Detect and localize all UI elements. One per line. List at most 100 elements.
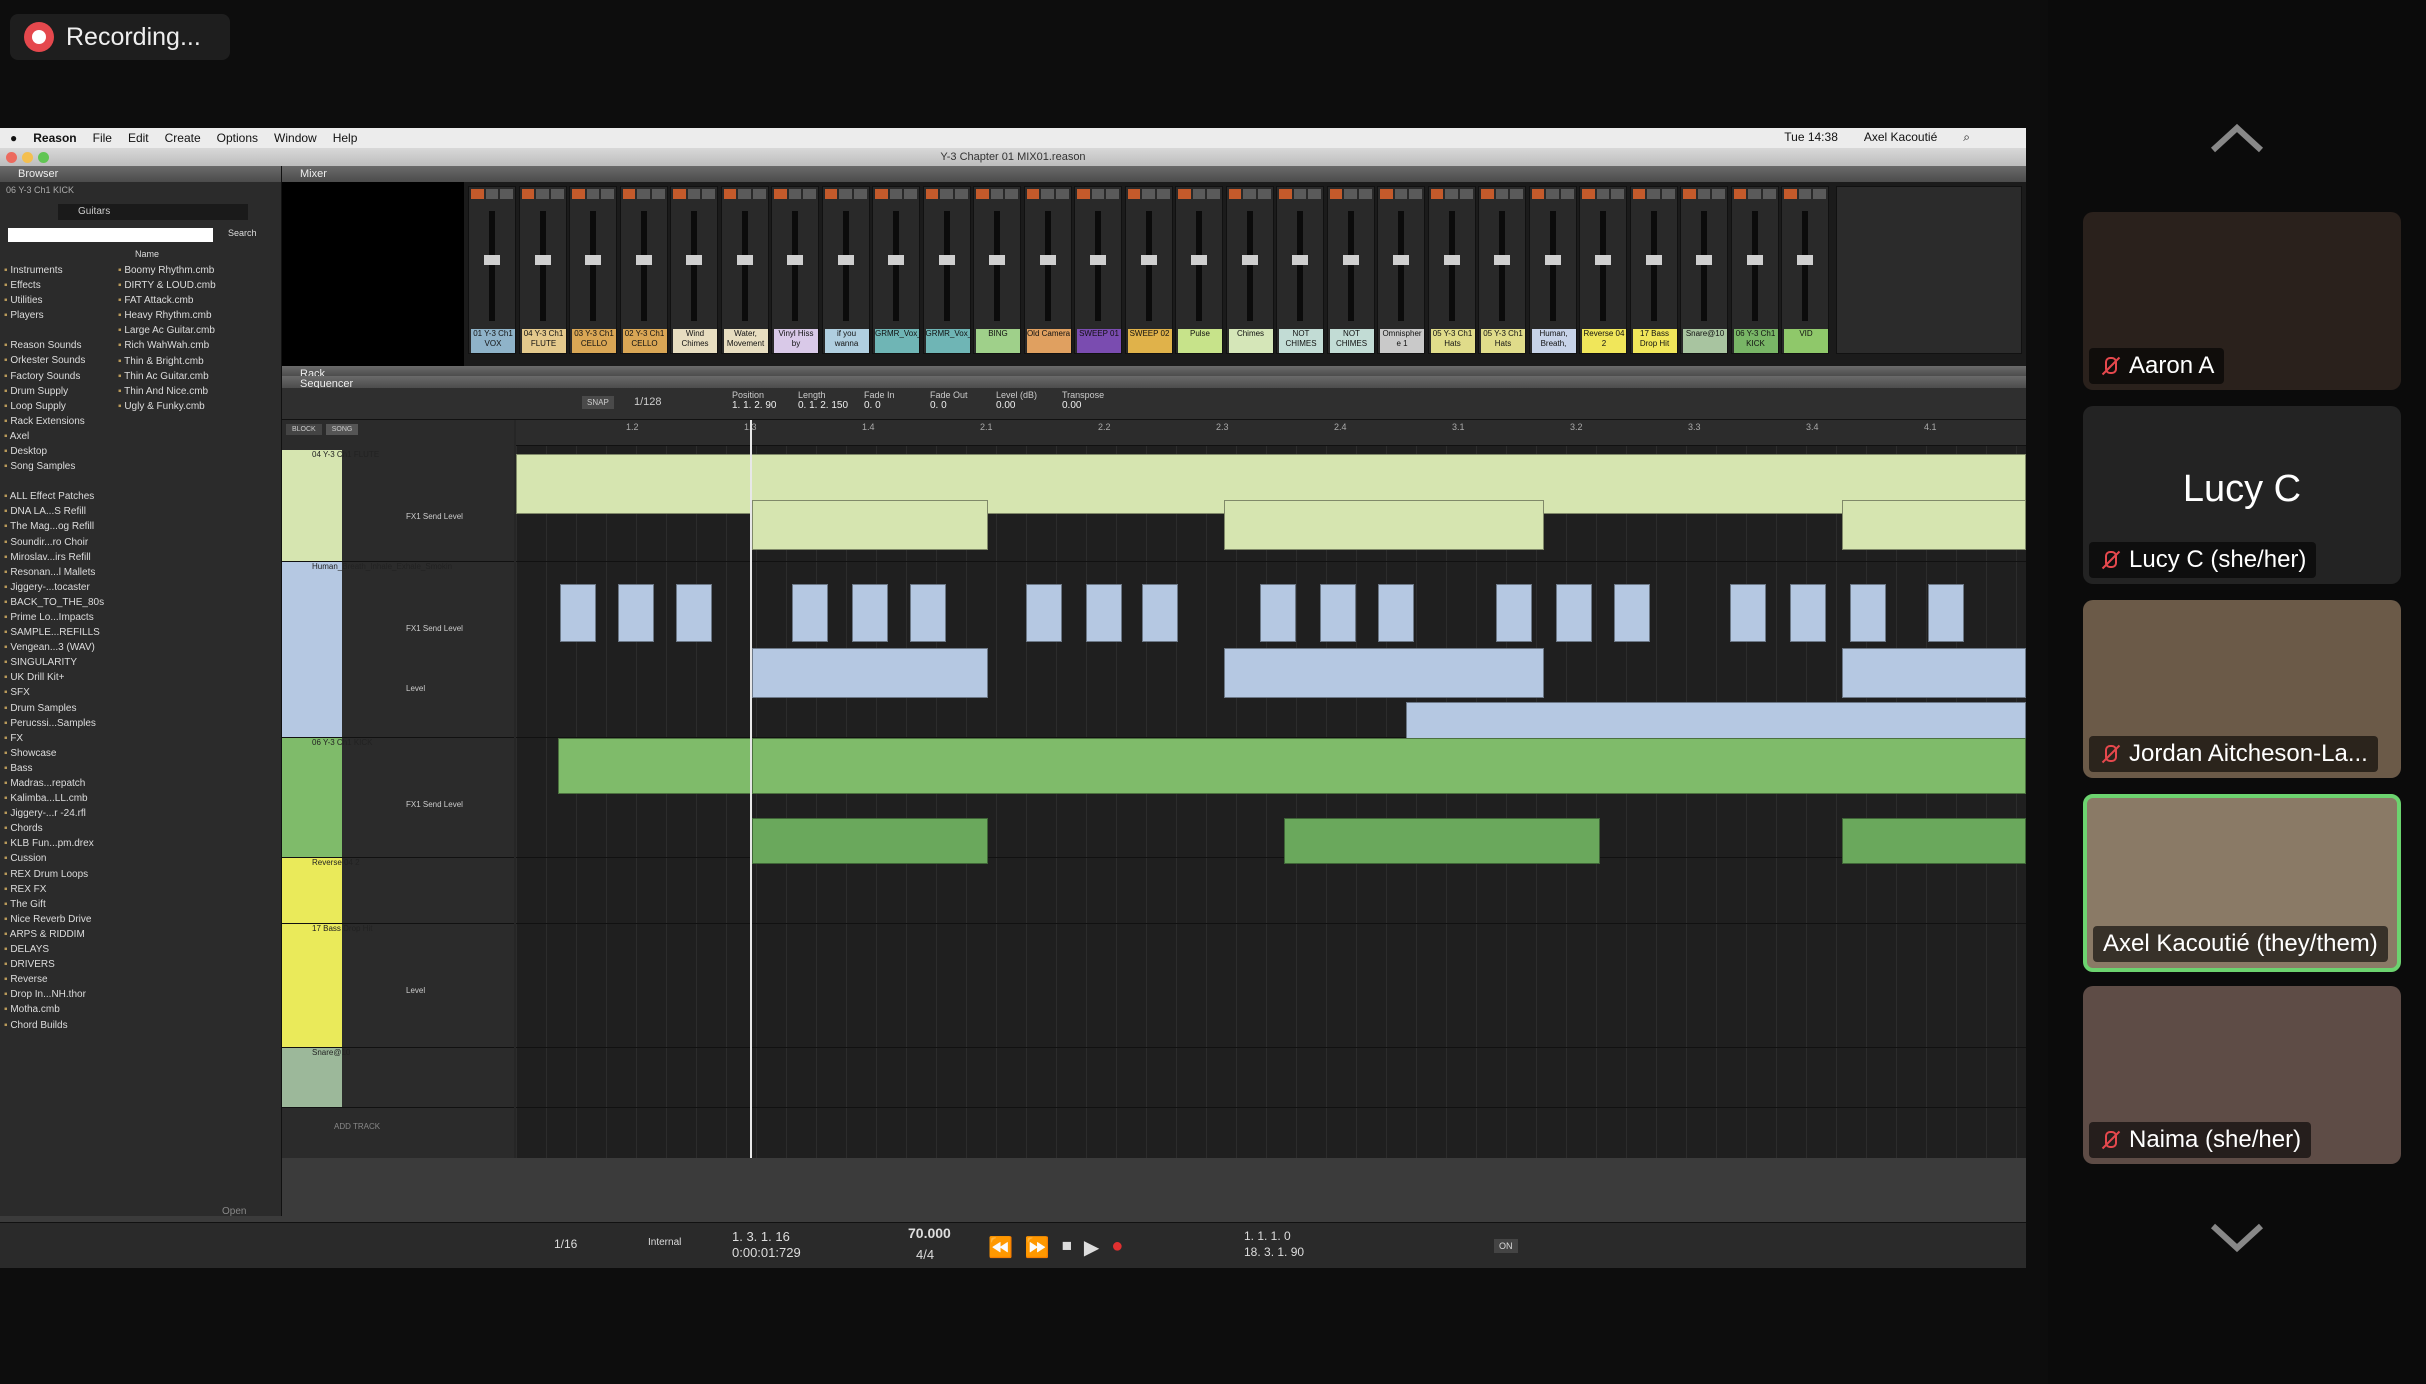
loop-right[interactable]: 18. 3. 1. 90 — [1244, 1245, 1304, 1259]
channel-fader-knob[interactable] — [585, 255, 601, 265]
inspector-field-value[interactable]: 0. 0 — [864, 400, 895, 411]
browser-category-item[interactable]: Drum Supply — [4, 384, 105, 399]
channel-fader-knob[interactable] — [787, 255, 803, 265]
channel-fader-knob[interactable] — [1443, 255, 1460, 265]
audio-clip[interactable] — [910, 584, 946, 642]
browser-category-item[interactable]: The Gift — [4, 897, 105, 912]
browser-category-item[interactable]: Nice Reverb Drive — [4, 912, 105, 927]
browser-category-item[interactable]: Desktop — [4, 444, 105, 459]
channel-fader-knob[interactable] — [1342, 255, 1359, 265]
browser-category-item[interactable]: ARPS & RIDDIM — [4, 927, 105, 942]
sequencer-track[interactable]: Reverse 04 2 — [282, 858, 514, 924]
browser-category-item[interactable]: UK Drill Kit+ — [4, 670, 105, 685]
channel-fader-knob[interactable] — [736, 255, 753, 265]
channel-fader-knob[interactable] — [888, 255, 904, 265]
zoom-window-icon[interactable] — [38, 152, 49, 163]
sequencer-track[interactable]: 06 Y-3 Ch1 KICK FX1 Send Level — [282, 738, 514, 858]
channel-fader-knob[interactable] — [534, 255, 551, 265]
participant-tile[interactable]: Lucy C Lucy C (she/her) — [2083, 406, 2401, 584]
track-name[interactable]: 04 Y-3 Ch1 FLUTE — [312, 450, 379, 459]
participant-tile[interactable]: Axel Kacoutié (they/them) — [2083, 794, 2401, 972]
browser-category-item[interactable]: Chords — [4, 821, 105, 836]
channel-fader-knob[interactable] — [1696, 255, 1712, 265]
channel-fader-knob[interactable] — [837, 255, 854, 265]
sequencer-clip[interactable] — [1842, 648, 2026, 698]
sequencer-track[interactable]: Snare@10 — [282, 1048, 514, 1108]
sequencer-clip[interactable] — [752, 818, 988, 864]
browser-category-item[interactable]: FX — [4, 731, 105, 746]
browser-search-button[interactable]: Search — [228, 228, 257, 238]
sequencer-clip[interactable] — [752, 500, 988, 550]
audio-clip[interactable] — [1496, 584, 1532, 642]
browser-category-item[interactable]: ALL Effect Patches — [4, 489, 105, 504]
browser-file-item[interactable]: Heavy Rhythm.cmb — [118, 308, 280, 323]
participant-tile[interactable]: Naima (she/her) — [2083, 986, 2401, 1164]
stop-icon[interactable]: ⏹ — [1062, 1235, 1072, 1260]
scroll-down-chevron-icon[interactable] — [2207, 1216, 2267, 1256]
browser-category-item[interactable]: Showcase — [4, 746, 105, 761]
channel-fader-knob[interactable] — [1241, 255, 1258, 265]
audio-clip[interactable] — [1614, 584, 1650, 642]
sequencer-clip[interactable] — [558, 738, 752, 794]
browser-category-item[interactable]: Perucssi...Samples — [4, 716, 105, 731]
browser-file-item[interactable]: Thin And Nice.cmb — [118, 384, 280, 399]
audio-clip[interactable] — [792, 584, 828, 642]
browser-category-item[interactable]: DRIVERS — [4, 957, 105, 972]
browser-category-item[interactable]: The Mag...og Refill — [4, 519, 105, 534]
minimize-window-icon[interactable] — [22, 152, 33, 163]
menu-help[interactable]: Help — [333, 131, 358, 145]
mixer-channel-strip[interactable]: Wind Chimes — [670, 186, 718, 354]
inspector-field[interactable]: Position 1. 1. 2. 90 — [732, 390, 776, 411]
inspector-field-value[interactable]: 0. 0 — [930, 400, 968, 411]
snap-button[interactable]: SNAP — [582, 396, 614, 409]
browser-category-item[interactable]: Instruments — [4, 263, 105, 278]
channel-fader-knob[interactable] — [1645, 255, 1662, 265]
sequencer-track[interactable]: 04 Y-3 Ch1 FLUTE FX1 Send Level — [282, 450, 514, 562]
track-name[interactable]: 17 Bass Drop Hit — [312, 924, 372, 933]
browser-search-input[interactable] — [8, 228, 213, 242]
block-mode-button[interactable]: BLOCK — [286, 424, 322, 435]
browser-category-item[interactable]: Song Samples — [4, 459, 105, 474]
channel-fader-knob[interactable] — [1494, 255, 1510, 265]
browser-category-item[interactable]: Drum Samples — [4, 701, 105, 716]
mixer-channel-strip[interactable]: SWEEP 02 — [1124, 186, 1173, 354]
browser-category-item[interactable]: Utilities — [4, 293, 105, 308]
dsp-on-button[interactable]: ON — [1494, 1239, 1518, 1253]
channel-fader-knob[interactable] — [1393, 255, 1409, 265]
sequencer-header[interactable]: Sequencer — [282, 376, 2026, 390]
channel-fader-knob[interactable] — [1090, 255, 1106, 265]
song-position-time[interactable]: 0:00:01:729 — [732, 1245, 801, 1260]
channel-fader-knob[interactable] — [635, 255, 652, 265]
browser-file-item[interactable]: Ugly & Funky.cmb — [118, 399, 280, 414]
browser-category-item[interactable]: Prime Lo...Impacts — [4, 610, 105, 625]
mixer-channel-strip[interactable]: Vinyl Hiss by — [771, 186, 819, 354]
audio-clip[interactable] — [618, 584, 654, 642]
browser-file-item[interactable]: Thin Ac Guitar.cmb — [118, 369, 280, 384]
browser-category-item[interactable]: REX Drum Loops — [4, 867, 105, 882]
channel-fader-knob[interactable] — [1140, 255, 1157, 265]
channel-fader-knob[interactable] — [938, 255, 955, 265]
sequencer-clip[interactable] — [1224, 648, 1544, 698]
tempo-value[interactable]: 70.000 — [908, 1225, 951, 1241]
fast-forward-icon[interactable]: ⏩ — [1025, 1235, 1050, 1260]
close-window-icon[interactable] — [6, 152, 17, 163]
participant-tile[interactable]: Aaron A — [2083, 212, 2401, 390]
mixer-channel-strip[interactable]: 05 Y-3 Ch1 Hats — [1427, 186, 1476, 354]
channel-fader-knob[interactable] — [484, 255, 500, 265]
participant-tile[interactable]: Jordan Aitcheson-La... — [2083, 600, 2401, 778]
inspector-field-value[interactable]: 0.00 — [996, 400, 1037, 411]
sequencer-clip[interactable] — [1224, 500, 1544, 550]
rack-header[interactable]: Rack — [282, 366, 2026, 380]
browser-category-item[interactable]: KLB Fun...pm.drex — [4, 836, 105, 851]
quantize-value[interactable]: 1/16 — [554, 1237, 577, 1251]
browser-category-item[interactable]: Orkester Sounds — [4, 353, 105, 368]
menu-create[interactable]: Create — [165, 131, 201, 145]
sequencer-clip[interactable] — [752, 648, 988, 698]
browser-category-item[interactable]: Rack Extensions — [4, 414, 105, 429]
browser-category-item[interactable]: Miroslav...irs Refill — [4, 550, 105, 565]
browser-category-item[interactable]: Loop Supply — [4, 399, 105, 414]
browser-category-item[interactable]: DNA LA...S Refill — [4, 504, 105, 519]
browser-category-item[interactable]: Jiggery-...r -24.rfl — [4, 806, 105, 821]
scroll-up-chevron-icon[interactable] — [2207, 120, 2267, 160]
master-section[interactable] — [1836, 186, 2022, 354]
